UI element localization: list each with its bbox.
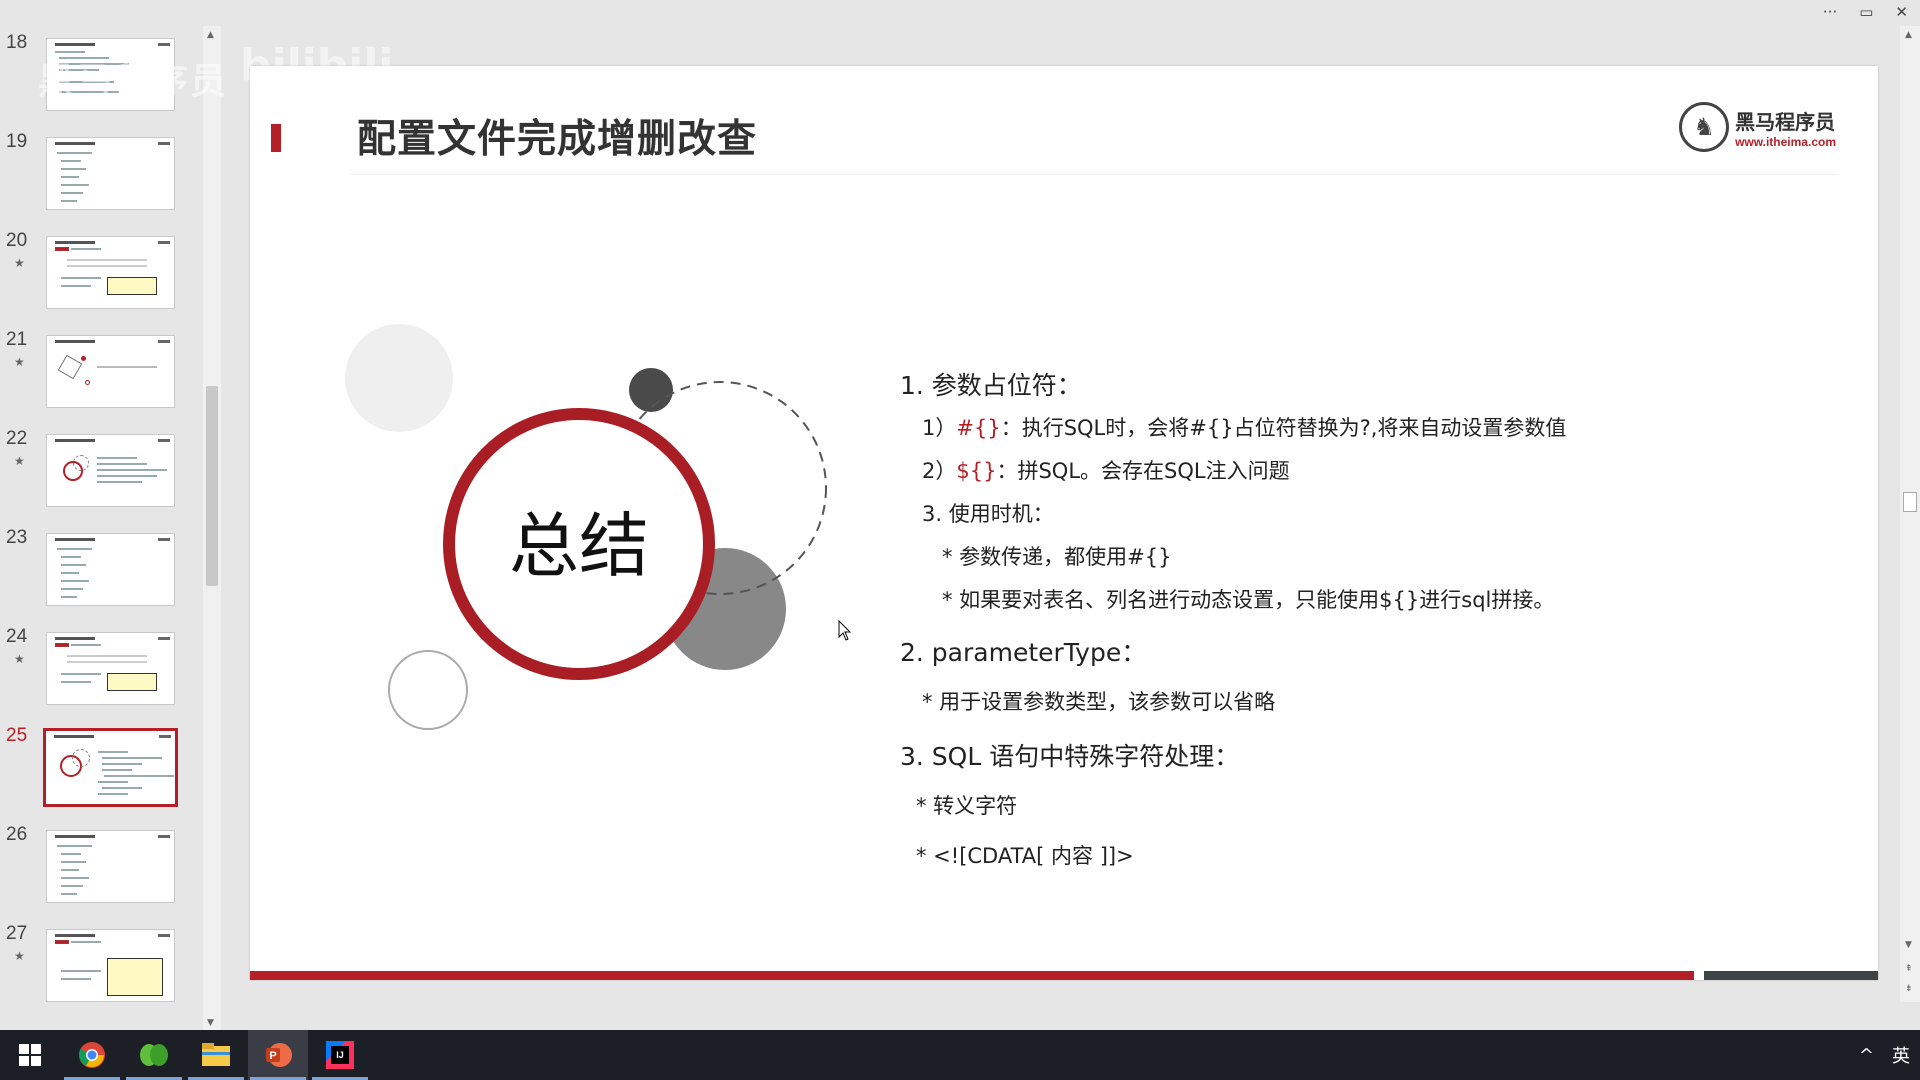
slide-number: 26 bbox=[6, 824, 28, 845]
slide-number: 25 bbox=[6, 725, 28, 746]
title-accent-bar bbox=[271, 124, 281, 152]
windows-taskbar: P IJ ^ 英 bbox=[0, 1030, 1920, 1080]
next-slide-icon[interactable]: ⇟ bbox=[1905, 984, 1913, 994]
footer-dark-bar bbox=[1704, 971, 1878, 980]
thumbnail-row[interactable]: 19 bbox=[0, 123, 200, 222]
close-icon[interactable]: ✕ bbox=[1895, 3, 1908, 21]
slide-number: 20 bbox=[6, 230, 28, 251]
slide-canvas[interactable]: 配置文件完成增删改查 ♞ 黑马程序员 www.itheima.com 总结 1.… bbox=[250, 66, 1878, 980]
summary-circles: 总结 bbox=[345, 324, 827, 730]
powerpoint-icon: P bbox=[266, 1043, 292, 1067]
scroll-down-icon[interactable]: ▼ bbox=[1905, 940, 1912, 950]
scrollbar-thumb[interactable] bbox=[1903, 492, 1917, 512]
line-parametertype-heading: 2. parameterType： bbox=[900, 638, 1147, 667]
green-app-taskbar-button[interactable] bbox=[124, 1030, 184, 1080]
line-usage-hash: * 参数传递，都使用#{} bbox=[942, 545, 1172, 569]
line-escape-chars: * 转义字符 bbox=[916, 794, 1018, 818]
line-usage-dollar: * 如果要对表名、列名进行动态设置，只能使用${}进行sql拼接。 bbox=[942, 588, 1555, 612]
thumbnail-row[interactable]: 23 bbox=[0, 519, 200, 618]
slide-thumbnail[interactable] bbox=[46, 830, 175, 903]
slide-thumbnails-pane: 18 19 20 ★ 21 ★ 22 ★ 23 24 ★ 25 26 27 ★ bbox=[0, 24, 212, 1024]
intellij-taskbar-button[interactable]: IJ bbox=[310, 1030, 370, 1080]
start-icon bbox=[19, 1044, 41, 1066]
app-green-icon bbox=[140, 1044, 168, 1066]
slide-number: 23 bbox=[6, 527, 28, 548]
line-dollar-placeholder: 2）${}：拼SQL。会存在SQL注入问题 bbox=[922, 459, 1290, 483]
summary-graphic: 总结 bbox=[340, 316, 860, 736]
light-gray-circle bbox=[345, 324, 453, 432]
title-divider bbox=[350, 174, 1838, 175]
scrollbar-thumb[interactable] bbox=[206, 386, 218, 586]
line-usage-heading: 3. 使用时机： bbox=[922, 502, 1054, 526]
footer-red-bar bbox=[250, 971, 1694, 980]
slide-thumbnail[interactable] bbox=[46, 236, 175, 309]
slide-number: 19 bbox=[6, 131, 28, 152]
itheima-logo: ♞ 黑马程序员 www.itheima.com bbox=[1679, 102, 1836, 152]
thumbnail-row[interactable]: 21 ★ bbox=[0, 321, 200, 420]
slide-number: 24 bbox=[6, 626, 28, 647]
outline-small-circle bbox=[388, 650, 468, 730]
line-hash-placeholder: 1）#{}：执行SQL时，会将#{}占位符替换为?,将来自动设置参数值 bbox=[922, 416, 1567, 440]
line-special-chars-heading: 3. SQL 语句中特殊字符处理： bbox=[900, 742, 1240, 771]
file-explorer-taskbar-button[interactable] bbox=[186, 1030, 246, 1080]
slide-thumbnail[interactable] bbox=[46, 335, 175, 408]
more-options-icon[interactable]: ··· bbox=[1823, 3, 1837, 21]
line-placeholder-heading: 1. 参数占位符： bbox=[900, 371, 1082, 400]
system-tray: ^ 英 bbox=[1859, 1030, 1910, 1080]
file-explorer-icon bbox=[202, 1043, 230, 1066]
slide-title: 配置文件完成增删改查 bbox=[357, 117, 758, 162]
logo-url: www.itheima.com bbox=[1735, 134, 1836, 149]
thumbnail-row[interactable]: 26 bbox=[0, 816, 200, 915]
ime-indicator[interactable]: 英 bbox=[1892, 1042, 1910, 1068]
animation-star-icon: ★ bbox=[14, 256, 25, 270]
slide-number: 22 bbox=[6, 428, 28, 449]
thumbnail-row[interactable]: 25 bbox=[0, 717, 200, 816]
restore-icon[interactable]: ▭ bbox=[1859, 3, 1873, 21]
thumbnails-scrollbar[interactable]: ▲ ▼ bbox=[203, 26, 221, 1030]
intellij-icon: IJ bbox=[326, 1041, 354, 1069]
powerpoint-taskbar-button[interactable]: P bbox=[248, 1030, 308, 1080]
animation-star-icon: ★ bbox=[14, 652, 25, 666]
logo-brand-name: 黑马程序员 bbox=[1735, 109, 1836, 134]
slide-thumbnail-selected[interactable] bbox=[43, 728, 178, 807]
slide-thumbnail[interactable] bbox=[46, 434, 175, 507]
chrome-icon bbox=[79, 1042, 105, 1068]
slide-thumbnail[interactable] bbox=[46, 533, 175, 606]
start-button[interactable] bbox=[0, 1030, 60, 1080]
slide-thumbnail[interactable] bbox=[46, 137, 175, 210]
powerpoint-window: ··· ▭ ✕ 18 19 20 ★ 21 ★ 22 ★ 23 24 ★ 25 … bbox=[0, 0, 1920, 1030]
line-parametertype-desc: * 用于设置参数类型，该参数可以省略 bbox=[922, 690, 1276, 714]
thumbnail-row[interactable]: 22 ★ bbox=[0, 420, 200, 519]
svg-text:IJ: IJ bbox=[336, 1050, 344, 1060]
slide-number: 21 bbox=[6, 329, 28, 350]
slide-number: 27 bbox=[6, 923, 28, 944]
tray-chevron-icon[interactable]: ^ bbox=[1859, 1045, 1874, 1066]
animation-star-icon: ★ bbox=[14, 355, 25, 369]
animation-star-icon: ★ bbox=[14, 949, 25, 963]
line-cdata: * <![CDATA[ 内容 ]]> bbox=[916, 844, 1134, 868]
animation-star-icon: ★ bbox=[14, 454, 25, 468]
svg-text:P: P bbox=[269, 1050, 276, 1062]
thumbnail-row[interactable]: 27 ★ bbox=[0, 915, 200, 1014]
center-label: 总结 bbox=[509, 505, 649, 587]
thumbnail-row[interactable]: 24 ★ bbox=[0, 618, 200, 717]
slide-thumbnail[interactable] bbox=[46, 929, 175, 1002]
window-controls: ··· ▭ ✕ bbox=[1823, 0, 1908, 24]
previous-slide-icon[interactable]: ⇞ bbox=[1905, 964, 1913, 974]
slide-thumbnail[interactable] bbox=[46, 632, 175, 705]
scroll-up-icon[interactable]: ▲ bbox=[1905, 30, 1912, 40]
slide-number: 18 bbox=[6, 32, 28, 53]
scroll-up-icon[interactable]: ▲ bbox=[207, 30, 214, 40]
slide-scrollbar[interactable]: ▲ ▼ ⇞ ⇟ bbox=[1900, 26, 1920, 1002]
scroll-down-icon[interactable]: ▼ bbox=[207, 1018, 214, 1028]
dark-small-circle bbox=[629, 368, 673, 412]
mouse-cursor-icon bbox=[838, 620, 852, 641]
horse-logo-icon: ♞ bbox=[1679, 102, 1730, 152]
chrome-taskbar-button[interactable] bbox=[62, 1030, 122, 1080]
watermark-text: 黑马程序员 bbox=[38, 61, 229, 102]
thumbnail-row[interactable]: 20 ★ bbox=[0, 222, 200, 321]
